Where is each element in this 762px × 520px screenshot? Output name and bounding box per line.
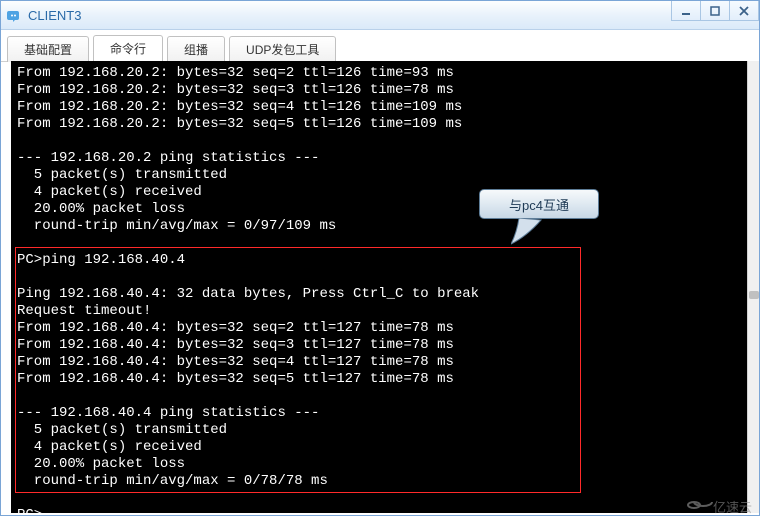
tab-udp-tool[interactable]: UDP发包工具: [229, 36, 336, 62]
close-icon: [739, 6, 749, 16]
close-button[interactable]: [729, 1, 759, 21]
tab-command-line[interactable]: 命令行: [93, 35, 163, 62]
watermark-label: 亿速云: [713, 497, 752, 516]
maximize-icon: [710, 6, 720, 16]
scrollbar-thumb[interactable]: [749, 291, 759, 299]
minimize-icon: [681, 6, 691, 16]
minimize-button[interactable]: [671, 1, 701, 21]
window-title: CLIENT3: [28, 8, 81, 23]
vertical-scrollbar[interactable]: [747, 61, 759, 513]
window-controls: [672, 1, 759, 21]
maximize-button[interactable]: [700, 1, 730, 21]
tabbar: 基础配置 命令行 组播 UDP发包工具: [1, 30, 759, 62]
titlebar: CLIENT3: [1, 1, 759, 30]
app-icon: [7, 7, 23, 23]
terminal-output[interactable]: From 192.168.20.2: bytes=32 seq=2 ttl=12…: [11, 61, 749, 513]
tab-multicast[interactable]: 组播: [167, 36, 225, 62]
title-left: CLIENT3: [1, 7, 81, 23]
callout-text: 与pc4互通: [509, 195, 569, 214]
tab-basic-config[interactable]: 基础配置: [7, 36, 89, 62]
app-window: CLIENT3 基础配置 命令行 组播 UDP发包工具 From 192.168…: [0, 0, 760, 516]
callout-bubble: 与pc4互通: [479, 189, 599, 219]
watermark: 亿速云: [684, 487, 754, 520]
